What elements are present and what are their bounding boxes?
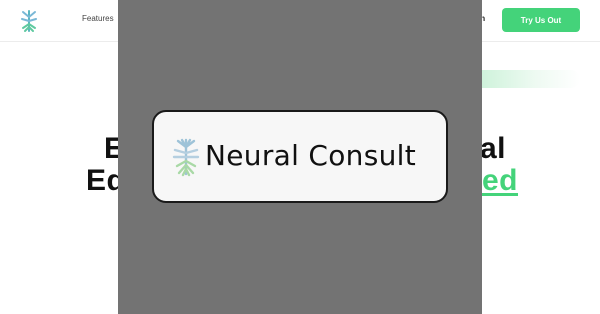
hero-heading-line1-end: al [480,132,507,165]
nav-link-features[interactable]: Features [82,14,114,23]
brand-card: Neural Consult [152,110,448,203]
neural-tree-logo-icon[interactable] [18,9,40,33]
hero-heading-highlight: ed [482,164,519,197]
announcement-banner [470,70,580,88]
brand-name: Neural Consult [205,139,416,172]
splash-overlay: Neural Consult [118,0,482,314]
neural-tree-logo-icon [172,138,200,177]
try-us-out-button[interactable]: Try Us Out [502,8,580,32]
